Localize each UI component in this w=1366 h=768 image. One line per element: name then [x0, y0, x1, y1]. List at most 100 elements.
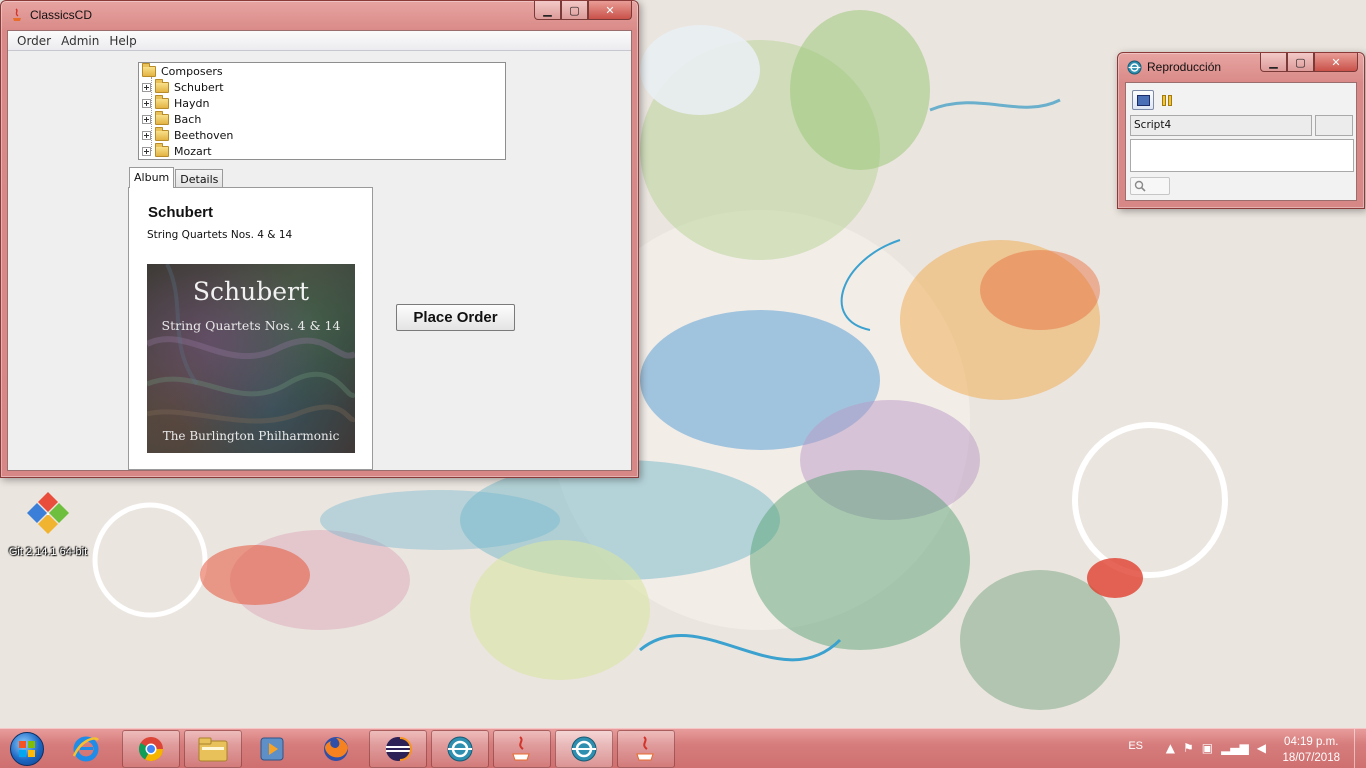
steering-wheel-app-icon: [447, 736, 473, 762]
script-aux-field[interactable]: [1315, 115, 1353, 136]
classicscd-window: ClassicsCD ▁ ▢ ✕ Order Admin Help Compos…: [0, 0, 639, 478]
place-order-button[interactable]: Place Order: [396, 304, 515, 331]
window-controls: ▁ ▢ ✕: [1260, 53, 1358, 72]
taskbar-eclipse[interactable]: [369, 730, 427, 768]
start-button[interactable]: [4, 730, 50, 768]
maximize-button[interactable]: ▢: [561, 1, 588, 20]
steering-wheel-icon: [1126, 59, 1142, 75]
folder-icon: [142, 62, 156, 77]
close-icon: ✕: [605, 3, 615, 17]
tree-item-label: Bach: [174, 112, 202, 126]
menu-help[interactable]: Help: [104, 34, 141, 48]
show-desktop-button[interactable]: [1354, 729, 1366, 768]
tree-item-label: Beethoven: [174, 128, 234, 142]
expand-icon[interactable]: [142, 82, 151, 92]
expand-icon[interactable]: [142, 146, 151, 156]
taskbar-file-explorer[interactable]: [184, 730, 242, 768]
tree-item-mozart[interactable]: Mozart: [142, 142, 212, 159]
folder-icon: [155, 142, 169, 157]
expand-icon[interactable]: [142, 130, 151, 140]
language-indicator[interactable]: ES: [1128, 740, 1143, 752]
playback-output-area[interactable]: [1130, 139, 1354, 172]
classicscd-client-area: Order Admin Help Composers Schubert Hayd…: [7, 30, 632, 471]
album-panel: Schubert String Quartets Nos. 4 & 14 Sch…: [128, 187, 373, 470]
menu-order[interactable]: Order: [12, 34, 56, 48]
pause-icon: [1162, 94, 1166, 106]
menu-admin[interactable]: Admin: [56, 34, 104, 48]
tree-item-schubert[interactable]: Schubert: [142, 78, 224, 95]
tree-item-beethoven[interactable]: Beethoven: [142, 126, 234, 143]
album-title: String Quartets Nos. 4 & 14: [147, 229, 293, 241]
clock-time: 04:19 p.m.: [1284, 736, 1339, 748]
java-icon: [636, 736, 654, 761]
taskbar-media-player[interactable]: [244, 730, 302, 768]
search-icon: [1134, 180, 1146, 192]
minimize-button[interactable]: ▁: [534, 1, 561, 20]
tree-item-haydn[interactable]: Haydn: [142, 94, 210, 111]
expand-icon[interactable]: [142, 98, 151, 108]
tree-item-label: Mozart: [174, 144, 212, 158]
minimize-button[interactable]: ▁: [1260, 53, 1287, 72]
chrome-icon: [138, 737, 163, 762]
album-composer: Schubert: [148, 204, 214, 221]
taskbar-internet-explorer[interactable]: [57, 730, 115, 768]
taskbar-java-app-2[interactable]: [617, 730, 675, 768]
steering-wheel-app-icon: [571, 736, 597, 762]
action-center-flag-icon[interactable]: ⚑: [1183, 741, 1194, 755]
window-title: ClassicsCD: [30, 8, 93, 22]
search-box[interactable]: [1130, 177, 1170, 195]
close-button[interactable]: ✕: [1314, 53, 1358, 72]
taskbar-java-app[interactable]: [493, 730, 551, 768]
taskbar-chrome[interactable]: [122, 730, 180, 768]
windows-logo-icon: [10, 732, 44, 766]
pause-icon-bar: [1168, 94, 1172, 106]
minimize-icon: ▁: [1269, 55, 1278, 69]
pause-button[interactable]: [1162, 94, 1172, 106]
minimize-icon: ▁: [543, 3, 552, 17]
taskbar-steering-app-active[interactable]: [555, 730, 613, 768]
stop-icon: [1136, 94, 1150, 106]
expand-icon[interactable]: [142, 114, 151, 124]
firefox-icon: [324, 737, 348, 761]
stop-button[interactable]: [1132, 90, 1154, 110]
tree-item-bach[interactable]: Bach: [142, 110, 202, 127]
eclipse-icon: [386, 737, 412, 761]
java-icon: [9, 7, 25, 23]
tab-details[interactable]: Details: [175, 169, 224, 188]
menu-bar: Order Admin Help: [8, 31, 631, 51]
security-icon[interactable]: ▣: [1202, 741, 1213, 755]
file-explorer-icon: [198, 737, 228, 762]
close-button[interactable]: ✕: [588, 1, 632, 20]
folder-icon: [155, 126, 169, 141]
album-cover-image: Schubert String Quartets Nos. 4 & 14 The…: [147, 264, 355, 453]
script-name-field[interactable]: Script4: [1130, 115, 1312, 136]
taskbar: ES ▲ ⚑ ▣ ▂▄▆ ◀ 04:19 p.m. 18/07/2018: [0, 728, 1366, 768]
tab-album[interactable]: Album: [129, 167, 175, 188]
reproduccion-window: Reproducción ▁ ▢ ✕ Script4: [1117, 52, 1365, 209]
playback-toolbar: [1132, 89, 1172, 111]
window-title: Reproducción: [1147, 60, 1222, 74]
cover-title: String Quartets Nos. 4 & 14: [161, 318, 341, 333]
window-controls: ▁ ▢ ✕: [534, 1, 632, 20]
tree-root-label: Composers: [161, 64, 223, 78]
clock[interactable]: 04:19 p.m. 18/07/2018: [1282, 734, 1340, 766]
taskbar-firefox[interactable]: [307, 730, 365, 768]
maximize-icon: ▢: [1295, 55, 1306, 69]
tree-root[interactable]: Composers: [142, 62, 223, 79]
composers-tree[interactable]: Composers Schubert Haydn Bach Beethoven: [138, 62, 506, 160]
network-signal-icon[interactable]: ▂▄▆: [1221, 741, 1249, 755]
maximize-icon: ▢: [569, 3, 580, 17]
desktop-icon-git[interactable]: Git 2.14.1 64-bit: [4, 489, 92, 558]
tree-item-label: Schubert: [174, 80, 224, 94]
folder-icon: [155, 110, 169, 125]
folder-icon: [155, 94, 169, 109]
show-hidden-icons-icon[interactable]: ▲: [1166, 741, 1175, 755]
album-tabs: Album Details: [129, 166, 224, 188]
tree-item-label: Haydn: [174, 96, 210, 110]
taskbar-steering-app[interactable]: [431, 730, 489, 768]
volume-muted-icon[interactable]: ◀: [1257, 741, 1266, 755]
java-icon: [512, 736, 530, 761]
maximize-button[interactable]: ▢: [1287, 53, 1314, 72]
cover-composer: Schubert: [192, 277, 310, 306]
media-player-icon: [260, 737, 284, 761]
